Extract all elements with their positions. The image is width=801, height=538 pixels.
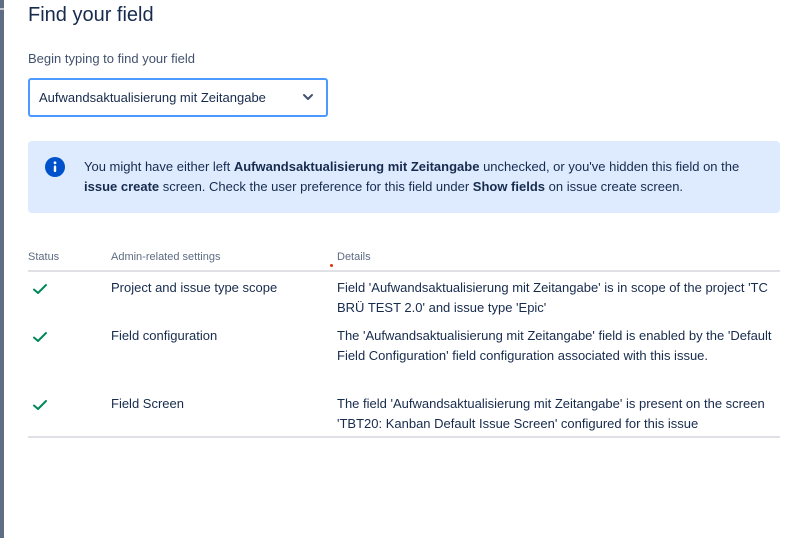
- info-preference-name: Show fields: [472, 178, 546, 194]
- header-status: Status: [28, 251, 60, 263]
- table-header: Status Admin-related settings Details: [28, 250, 780, 272]
- info-text-part1: You might have either left: [84, 159, 234, 174]
- field-search-value: Aufwandsaktualisierung mit Zeitangabe: [39, 90, 266, 105]
- row-details: Field 'Aufwandsaktualisierung mit Zeitan…: [337, 280, 768, 315]
- table-row: Project and issue type scope Field 'Aufw…: [28, 272, 780, 320]
- dialog-title: Find your field: [28, 4, 154, 26]
- header-details: Details: [337, 251, 371, 263]
- chevron-down-icon[interactable]: [302, 92, 314, 102]
- info-icon: [45, 157, 65, 177]
- info-text-part4: on issue create screen.: [545, 178, 684, 194]
- info-field-name: Aufwandsaktualisierung mit Zeitangabe: [233, 159, 480, 174]
- header-admin-settings: Admin-related settings: [111, 251, 221, 263]
- table-row: Field Screen The field 'Aufwandsaktualis…: [28, 388, 780, 438]
- row-setting: Field configuration: [111, 328, 218, 343]
- check-icon: [33, 332, 47, 342]
- info-message: You might have either left Aufwandsaktua…: [84, 157, 774, 196]
- table-row: Field configuration The 'Aufwandsaktuali…: [28, 320, 780, 388]
- info-panel: You might have either left Aufwandsaktua…: [28, 141, 780, 213]
- row-setting: Project and issue type scope: [111, 280, 278, 295]
- info-screen-name: issue create: [84, 178, 160, 194]
- row-details: The 'Aufwandsaktualisierung mit Zeitanga…: [337, 328, 772, 363]
- info-text-part2: unchecked, or you've hidden this field o…: [479, 159, 740, 174]
- search-label: Begin typing to find your field: [28, 51, 195, 66]
- row-details: The field 'Aufwandsaktualisierung mit Ze…: [337, 396, 765, 431]
- check-icon: [33, 284, 47, 294]
- info-text-part3: screen. Check the user preference for th…: [159, 178, 473, 194]
- settings-table: Status Admin-related settings Details Pr…: [28, 250, 780, 438]
- field-search-select[interactable]: Aufwandsaktualisierung mit Zeitangabe: [28, 78, 328, 117]
- window-left-edge: [0, 0, 4, 538]
- cursor-dot: [330, 264, 333, 267]
- check-icon: [33, 400, 47, 410]
- row-setting: Field Screen: [111, 396, 184, 411]
